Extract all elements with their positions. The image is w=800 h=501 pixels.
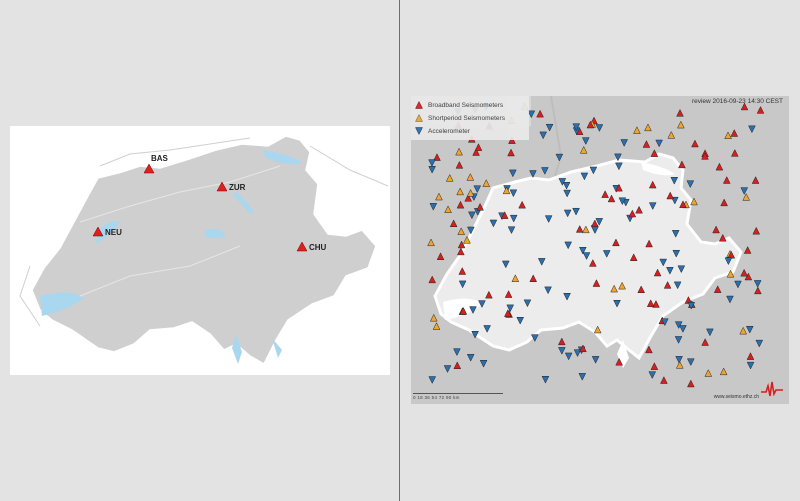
station-label: NEU (105, 228, 122, 237)
seismic-network-map (411, 96, 789, 404)
scale-bar: 0 18 36 54 72 90 km (413, 392, 513, 402)
triangle-up-red-icon (415, 101, 423, 109)
station-label: ZUR (229, 183, 246, 192)
scale-line (413, 393, 503, 394)
credit-url[interactable]: www.seismo.ethz.ch (714, 394, 759, 400)
station-label: CHU (309, 243, 327, 252)
station-marker[interactable]: CHU (296, 241, 327, 252)
station-marker[interactable]: NEU (92, 226, 122, 237)
review-timestamp: review 2016-09-23 14:30 CEST (691, 98, 783, 105)
legend-label: Broadband Seismometers (428, 101, 504, 109)
legend-label: Accelerometer (428, 127, 470, 135)
lake-lugano (272, 338, 282, 358)
legend-item-accelerometer: Accelerometer (415, 125, 470, 137)
legend-item-broadband: Broadband Seismometers (415, 99, 503, 111)
neighbour-border (309, 145, 389, 187)
map-legend: Broadband Seismometers Shortperiod Seism… (411, 96, 529, 140)
triangle-down-blue-icon (415, 127, 423, 135)
right-map-panel: Broadband Seismometers Shortperiod Seism… (411, 96, 789, 404)
station-label: BAS (151, 154, 169, 163)
station-marker[interactable]: ZUR (216, 181, 246, 192)
sed-logo-icon (761, 381, 783, 397)
legend-item-shortperiod: Shortperiod Seismometers (415, 112, 505, 124)
scale-labels: 0 18 36 54 72 90 km (413, 395, 460, 400)
left-map-panel: BAS ZUR NEU CHU (10, 126, 390, 375)
switzerland-map-simple: BAS ZUR NEU CHU (19, 135, 389, 366)
panel-divider (399, 0, 400, 501)
triangle-up-orange-icon (415, 114, 423, 122)
legend-label: Shortperiod Seismometers (428, 114, 505, 122)
